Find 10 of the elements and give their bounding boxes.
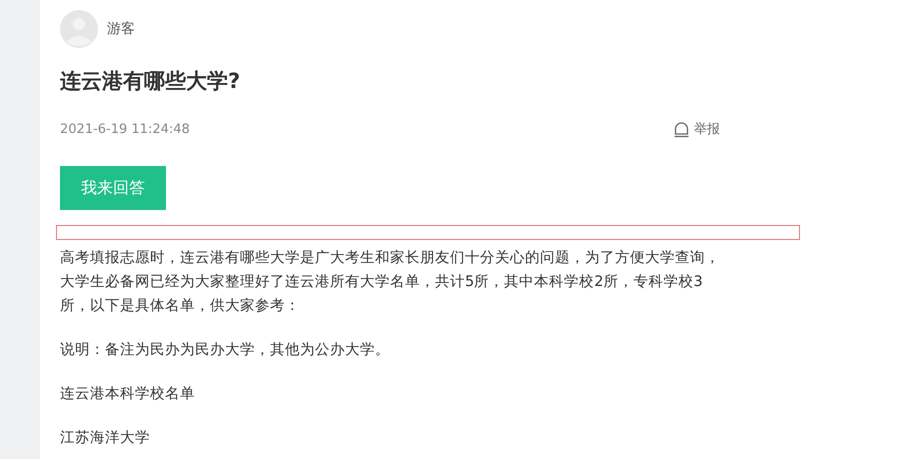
question-title: 连云港有哪些大学? xyxy=(60,68,242,95)
body-paragraph: 说明：备注为民办为民办大学，其他为公办大学。 xyxy=(60,341,391,360)
body-paragraph: 高考填报志愿时，连云港有哪些大学是广大考生和家长朋友们十分关心的问题，为了方便大学查询，大学生必备网已经为大家整理好了连云港所有大学名单，共计5所，其中本科学校2所，专科学校3所，以下是具体名单，供大家参考： xyxy=(60,248,721,316)
report-link[interactable]: 举报 xyxy=(673,120,720,138)
bell-icon xyxy=(673,120,690,138)
body-paragraph: 连云港本科学校名单 xyxy=(60,385,196,404)
post-time: 2021-6-19 11:24:48 xyxy=(60,122,190,136)
body-paragraph: 江苏海洋大学 xyxy=(60,429,151,448)
author-name: 游客 xyxy=(107,20,135,38)
avatar-icon xyxy=(60,10,98,48)
